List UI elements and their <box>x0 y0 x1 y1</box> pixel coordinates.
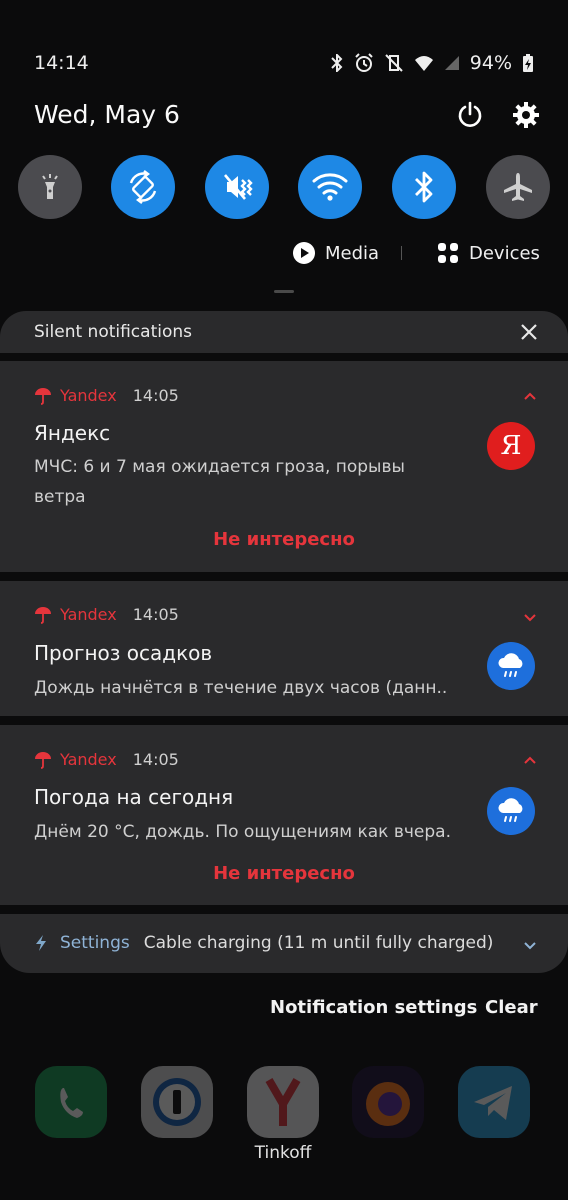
bluetooth-tile-icon <box>415 171 433 203</box>
clear-button[interactable]: Clear <box>485 997 538 1018</box>
collapse-button[interactable] <box>522 753 538 773</box>
app-name: Yandex <box>60 386 117 405</box>
rain-icon <box>498 653 523 677</box>
notification-body: Дождь начнётся в течение двух часов (дан… <box>34 678 448 698</box>
firefox-icon <box>366 1082 410 1126</box>
silent-notifications-title: Silent notifications <box>34 322 192 342</box>
bolt-icon <box>36 935 46 951</box>
notification-body: Днём 20 °C, дождь. По ощущениям как вчер… <box>34 822 451 842</box>
yandex-logo-icon: Я <box>500 431 522 461</box>
yandex-avatar: Я <box>487 422 535 470</box>
bluetooth-icon <box>331 54 343 72</box>
chevron-down-icon <box>524 942 536 950</box>
dock-app-label: Tinkoff <box>254 1143 312 1163</box>
collapse-button[interactable] <box>522 389 538 409</box>
not-interested-button[interactable]: Не интересно <box>0 863 568 884</box>
vibrate-tile[interactable] <box>205 155 269 219</box>
date-label: Wed, May 6 <box>34 100 180 129</box>
weather-avatar <box>487 787 535 835</box>
notification-body-line: ветра <box>34 487 86 507</box>
devices-label: Devices <box>469 242 540 264</box>
power-icon <box>458 101 482 127</box>
status-time: 14:14 <box>34 52 89 74</box>
rain-icon <box>498 798 523 822</box>
devices-icon <box>438 243 458 263</box>
devices-button[interactable]: Devices <box>437 236 540 270</box>
signal-icon <box>444 56 459 70</box>
expand-charging-button[interactable] <box>522 937 538 957</box>
media-label: Media <box>325 242 380 264</box>
close-icon <box>521 324 537 340</box>
notification-time: 14:05 <box>132 386 179 405</box>
charging-text: Cable charging (11 m until fully charged… <box>143 933 494 953</box>
media-button[interactable]: Media <box>292 236 379 270</box>
telegram-icon <box>474 1086 512 1120</box>
password-app-icon[interactable] <box>141 1066 213 1138</box>
umbrella-icon <box>35 751 51 769</box>
notification-app-row: Yandex 14:05 <box>34 386 179 405</box>
battery-charging-icon <box>523 54 533 72</box>
media-devices-divider <box>401 246 402 260</box>
not-interested-button[interactable]: Не интересно <box>0 529 568 550</box>
weather-avatar <box>487 642 535 690</box>
vibrate-icon <box>224 174 253 200</box>
auto-rotate-icon <box>129 170 157 204</box>
chevron-up-icon <box>524 756 536 764</box>
flashlight-tile[interactable] <box>18 155 82 219</box>
settings-app-name: Settings <box>60 933 130 953</box>
charging-notification-row: Settings Cable charging (11 m until full… <box>34 933 493 953</box>
yandex-y-icon <box>265 1077 301 1126</box>
notification-body-line: МЧС: 6 и 7 мая ожидается гроза, порывы <box>34 457 405 477</box>
dismiss-silent-button[interactable] <box>520 323 538 345</box>
wifi-tile[interactable] <box>298 155 362 219</box>
vibrate-mute-icon <box>385 54 403 72</box>
notification-app-row: Yandex 14:05 <box>34 750 179 769</box>
one-password-icon <box>153 1078 201 1126</box>
wifi-icon <box>312 173 348 201</box>
wifi-status-icon <box>414 56 433 71</box>
bluetooth-tile[interactable] <box>392 155 456 219</box>
notification-title: Погода на сегодня <box>34 785 234 809</box>
settings-button[interactable] <box>508 97 544 133</box>
alarm-icon <box>355 53 373 72</box>
auto-rotate-tile[interactable] <box>111 155 175 219</box>
flashlight-icon <box>42 174 58 199</box>
battery-percent: 94% <box>469 52 512 74</box>
phone-icon <box>60 1088 83 1118</box>
notification-time: 14:05 <box>132 750 179 769</box>
power-button[interactable] <box>452 97 488 133</box>
play-icon <box>293 242 315 264</box>
panel-drag-handle[interactable] <box>274 290 294 293</box>
telegram-app-icon[interactable] <box>458 1066 530 1138</box>
umbrella-icon <box>35 606 51 624</box>
chevron-up-icon <box>524 392 536 400</box>
phone-app-icon[interactable] <box>35 1066 107 1138</box>
notification-app-row: Yandex 14:05 <box>34 605 179 624</box>
airplane-tile[interactable] <box>486 155 550 219</box>
notification-title: Прогноз осадков <box>34 641 213 665</box>
yandex-app-icon[interactable] <box>247 1066 319 1138</box>
notification-body: МЧС: 6 и 7 мая ожидается гроза, порывы в… <box>34 452 454 512</box>
gear-icon <box>513 102 539 128</box>
notification-time: 14:05 <box>132 605 179 624</box>
notification-settings-button[interactable]: Notification settings <box>270 997 477 1018</box>
firefox-app-icon[interactable] <box>352 1066 424 1138</box>
umbrella-icon <box>35 387 51 405</box>
chevron-down-icon <box>524 614 536 622</box>
expand-button[interactable] <box>522 609 538 629</box>
app-name: Yandex <box>60 750 117 769</box>
status-icons: 94% <box>330 52 534 74</box>
airplane-icon <box>504 173 532 201</box>
app-name: Yandex <box>60 605 117 624</box>
notification-title: Яндекс <box>34 421 111 445</box>
